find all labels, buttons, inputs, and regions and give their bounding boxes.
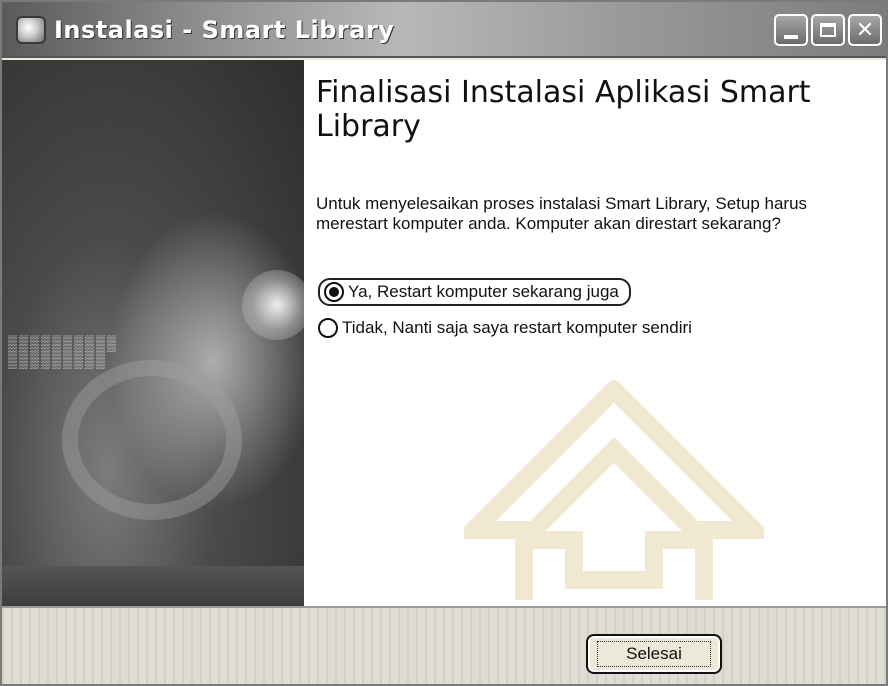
restart-now-label[interactable]: Ya, Restart komputer sekarang juga bbox=[348, 282, 619, 302]
page-description: Untuk menyelesaikan proses instalasi Sma… bbox=[316, 194, 808, 233]
banner-glow-shape bbox=[242, 270, 312, 340]
page-title: Finalisasi Instalasi Aplikasi Smart Libr… bbox=[316, 75, 811, 144]
focus-ring[interactable]: Ya, Restart komputer sekarang juga bbox=[318, 278, 631, 306]
finish-button[interactable]: Selesai bbox=[586, 634, 722, 674]
wizard-button-bar: Selesai bbox=[2, 606, 886, 684]
restart-later-radio[interactable] bbox=[318, 318, 338, 338]
restart-now-radio[interactable] bbox=[324, 282, 344, 302]
wizard-content-panel: Finalisasi Instalasi Aplikasi Smart Libr… bbox=[304, 60, 886, 606]
banner-bottom-strip bbox=[2, 566, 304, 606]
installer-window: Instalasi - Smart Library ✕ ▒▒▒▒▒▒▒▒▒▒ ▒▒… bbox=[0, 0, 888, 686]
minimize-icon bbox=[784, 35, 798, 39]
close-icon: ✕ bbox=[855, 17, 875, 43]
radio-selected-dot bbox=[329, 287, 339, 297]
maximize-button[interactable] bbox=[811, 14, 845, 46]
installer-icon bbox=[16, 16, 46, 44]
minimize-button[interactable] bbox=[774, 14, 808, 46]
title-bar[interactable]: Instalasi - Smart Library ✕ bbox=[2, 2, 886, 58]
restart-later-option[interactable]: Tidak, Nanti saja saya restart komputer … bbox=[318, 314, 692, 342]
watermark-logo bbox=[464, 380, 764, 600]
window-title: Instalasi - Smart Library bbox=[54, 16, 395, 44]
wizard-banner-image: ▒▒▒▒▒▒▒▒▒▒ ▒▒▒▒▒▒▒▒▒ bbox=[2, 60, 312, 606]
finish-button-label[interactable]: Selesai bbox=[597, 641, 711, 667]
banner-ring-shape bbox=[62, 360, 242, 520]
restart-now-option[interactable]: Ya, Restart komputer sekarang juga bbox=[318, 278, 631, 306]
restart-later-label[interactable]: Tidak, Nanti saja saya restart komputer … bbox=[342, 318, 692, 338]
maximize-icon bbox=[820, 23, 836, 37]
close-button[interactable]: ✕ bbox=[848, 14, 882, 46]
